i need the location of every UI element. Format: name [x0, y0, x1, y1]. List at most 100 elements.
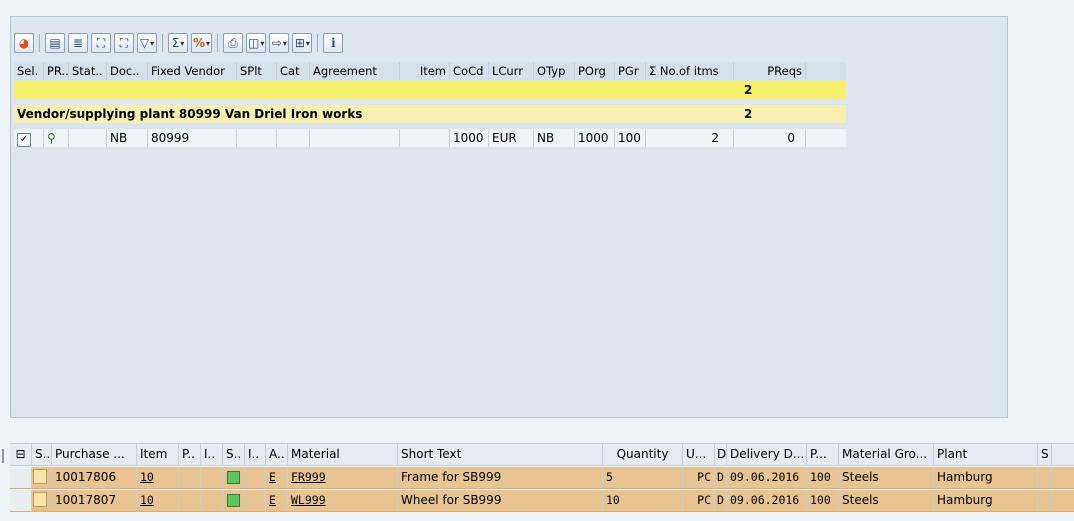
col-header-agreement[interactable]: Agreement	[310, 62, 400, 80]
cell-items: 2	[646, 129, 734, 147]
col-header-unit[interactable]: U...	[683, 444, 715, 465]
chevron-down-icon: ▾	[305, 38, 310, 48]
cell-i	[201, 490, 223, 511]
col-header-lcurr[interactable]: LCurr	[489, 62, 534, 80]
chevron-down-icon: ▾	[282, 38, 287, 48]
cell-quantity: 10	[603, 490, 683, 511]
col-header-item[interactable]: Item	[400, 62, 450, 80]
details-icon[interactable]: ▤	[45, 33, 65, 53]
col-header-s[interactable]: S..	[32, 444, 52, 465]
sum-icon[interactable]: Σ ▾	[168, 33, 188, 53]
cell-delivery-date: 09.06.2016	[727, 490, 807, 511]
cell-material-group: Steels	[839, 490, 934, 511]
col-header-s2[interactable]: S..	[223, 444, 245, 465]
col-header-a[interactable]: A..	[266, 444, 288, 465]
col-header-doc[interactable]: Doc..	[107, 62, 148, 80]
col-header-pgr[interactable]: PGr	[615, 62, 646, 80]
col-header-short-text[interactable]: Short Text	[398, 444, 603, 465]
cell-item-link[interactable]: 10	[137, 467, 179, 488]
cell-material-link[interactable]: FR999	[288, 467, 398, 488]
cell-i2	[245, 490, 266, 511]
cell-a-link[interactable]: E	[266, 490, 288, 511]
col-header-d[interactable]: D	[715, 444, 727, 465]
row-selector[interactable]	[10, 490, 32, 511]
col-header-sel[interactable]: Sel.	[14, 62, 44, 80]
cell-stat	[69, 129, 107, 147]
cell-p	[179, 490, 201, 511]
cell-unit: PC	[683, 490, 715, 511]
cell-s3	[1038, 490, 1052, 511]
cell-preqs: 0	[734, 129, 806, 147]
cell-status	[223, 467, 245, 488]
col-header-purchase-req[interactable]: Purchase ...	[52, 444, 137, 465]
cell-delivery-date: 09.06.2016	[727, 467, 807, 488]
row-selector[interactable]	[10, 467, 32, 488]
col-header-cat[interactable]: Cat	[277, 62, 310, 80]
layout-icon-glyph: ⊞	[294, 36, 305, 50]
col-header-porg[interactable]: POrg	[575, 62, 615, 80]
filter-sort-icon[interactable]: ≣	[68, 33, 88, 53]
export-icon-glyph: ⇨	[271, 36, 282, 50]
cell-item-link[interactable]: 10	[137, 490, 179, 511]
cell-sel[interactable]: ✓	[14, 129, 44, 147]
select-all-icon[interactable]: ⊟	[10, 444, 32, 465]
col-header-plant[interactable]: Plant	[934, 444, 1038, 465]
magnifier-icon[interactable]: ⚲	[47, 131, 56, 145]
cell-a-link[interactable]: E	[266, 467, 288, 488]
col-header-otyp[interactable]: OTyp	[534, 62, 575, 80]
lower-grid-header: ⊟ S.. Purchase ... Item P.. I.. S.. I.. …	[10, 443, 1074, 466]
refresh-icon[interactable]: ◕	[14, 33, 34, 53]
col-header-i2[interactable]: I..	[245, 444, 266, 465]
col-header-cocd[interactable]: CoCd	[450, 62, 489, 80]
subtotal-label: Vendor/supplying plant 80999 Van Driel I…	[17, 107, 363, 121]
cell-lcurr: EUR	[489, 129, 534, 147]
grand-total-row: 2	[14, 81, 846, 99]
col-header-pr[interactable]: PR..	[44, 62, 69, 80]
subtotal-icon[interactable]: % ▾	[191, 33, 213, 53]
col-header-preqs[interactable]: PReqs	[734, 62, 806, 80]
toolbar-separator	[317, 34, 319, 52]
col-header-p[interactable]: P..	[179, 444, 201, 465]
cell-porg: 1000	[575, 129, 615, 147]
cell-s[interactable]	[32, 490, 52, 511]
cell-d: D	[715, 490, 727, 511]
col-header-fixed-vendor[interactable]: Fixed Vendor	[148, 62, 237, 80]
col-header-p2[interactable]: P...	[807, 444, 839, 465]
col-header-stat[interactable]: Stat..	[69, 62, 107, 80]
col-header-material-group[interactable]: Material Gro...	[839, 444, 934, 465]
col-header-delivery-date[interactable]: Delivery D...	[727, 444, 807, 465]
view-icon[interactable]: ◫ ▾	[246, 33, 267, 53]
filter-icon[interactable]: ▽ ▾	[137, 33, 157, 53]
cell-vendor: 80999	[148, 129, 237, 147]
table-row[interactable]: ✓ ⚲ NB 80999 1000 EUR NB 1000 100 2 0	[14, 129, 846, 147]
cell-material-link[interactable]: WL999	[288, 490, 398, 511]
table-row[interactable]: 10017807 10 E WL999 Wheel for SB999 10 P…	[10, 490, 1074, 512]
cell-short-text: Frame for SB999	[398, 467, 603, 488]
layout-icon[interactable]: ⊞ ▾	[292, 33, 313, 53]
find-icon[interactable]: ⛶	[91, 33, 111, 53]
export-icon[interactable]: ⇨ ▾	[269, 33, 290, 53]
find-next-icon[interactable]: ⛶	[114, 33, 134, 53]
cell-plant: Hamburg	[934, 490, 1038, 511]
pr-button[interactable]: ⚲	[44, 129, 69, 147]
col-header-no-of-items[interactable]: Σ No.of itms	[646, 62, 734, 80]
print-icon[interactable]: ⎙	[223, 33, 244, 53]
col-header-i[interactable]: I..	[201, 444, 223, 465]
col-header-splt[interactable]: SPlt	[237, 62, 277, 80]
cell-p	[179, 467, 201, 488]
col-header-s3[interactable]: S	[1038, 444, 1052, 465]
table-row[interactable]: 10017806 10 E FR999 Frame for SB999 5 PC…	[10, 467, 1074, 489]
splitter-handle[interactable]	[2, 449, 4, 463]
cell-pgr: 100	[615, 129, 646, 147]
col-header-item[interactable]: Item	[137, 444, 179, 465]
info-icon[interactable]: i	[323, 33, 344, 53]
cell-doc: NB	[107, 129, 148, 147]
col-header-material[interactable]: Material	[288, 444, 398, 465]
select-checkbox[interactable]: ✓	[17, 133, 31, 147]
status-box[interactable]	[33, 469, 47, 484]
status-box[interactable]	[33, 492, 47, 507]
cell-s[interactable]	[32, 467, 52, 488]
cell-s3	[1038, 467, 1052, 488]
cell-otyp: NB	[534, 129, 575, 147]
col-header-quantity[interactable]: Quantity	[603, 444, 683, 465]
